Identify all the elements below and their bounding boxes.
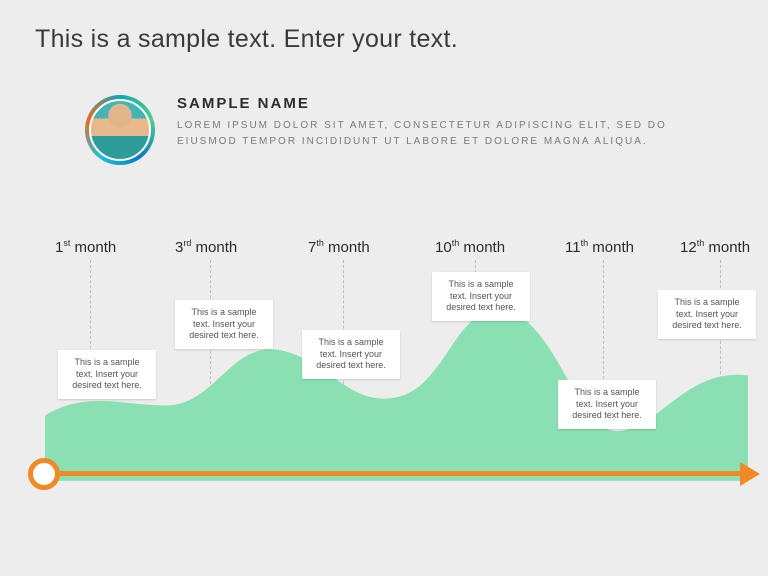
month-label-3: 3rd month xyxy=(175,238,237,256)
month-word: month xyxy=(459,239,505,256)
avatar xyxy=(89,99,151,161)
timeline-box-10: This is a sample text. Insert your desir… xyxy=(432,272,530,321)
timeline-box-7: This is a sample text. Insert your desir… xyxy=(302,330,400,379)
month-ord: 12 xyxy=(680,239,697,256)
month-label-7: 7th month xyxy=(308,238,370,256)
timeline-area: 1st month 3rd month 7th month 10th month… xyxy=(0,230,768,510)
month-word: month xyxy=(588,239,634,256)
month-label-10: 10th month xyxy=(435,238,505,256)
profile-block: SAMPLE NAME LOREM IPSUM DOLOR SIT AMET, … xyxy=(85,95,697,165)
month-label-11: 11th month xyxy=(565,238,634,256)
month-word: month xyxy=(70,239,116,256)
slide-title: This is a sample text. Enter your text. xyxy=(35,25,458,54)
month-suf: th xyxy=(316,238,324,248)
timeline-box-3: This is a sample text. Insert your desir… xyxy=(175,300,273,349)
timeline-start-marker xyxy=(28,458,60,490)
month-suf: th xyxy=(581,238,589,248)
month-label-12: 12th month xyxy=(680,238,750,256)
month-word: month xyxy=(704,239,750,256)
arrow-right-icon xyxy=(740,462,760,486)
profile-text: SAMPLE NAME LOREM IPSUM DOLOR SIT AMET, … xyxy=(177,95,697,149)
month-word: month xyxy=(191,239,237,256)
timeline-axis xyxy=(40,471,748,476)
profile-desc: LOREM IPSUM DOLOR SIT AMET, CONSECTETUR … xyxy=(177,118,697,149)
month-ord: 10 xyxy=(435,239,452,256)
month-word: month xyxy=(324,239,370,256)
timeline-box-11: This is a sample text. Insert your desir… xyxy=(558,380,656,429)
month-label-1: 1st month xyxy=(55,238,116,256)
avatar-ring xyxy=(85,95,155,165)
profile-name: SAMPLE NAME xyxy=(177,95,697,112)
timeline-box-12: This is a sample text. Insert your desir… xyxy=(658,290,756,339)
month-ord: 11 xyxy=(565,239,581,256)
timeline-box-1: This is a sample text. Insert your desir… xyxy=(58,350,156,399)
